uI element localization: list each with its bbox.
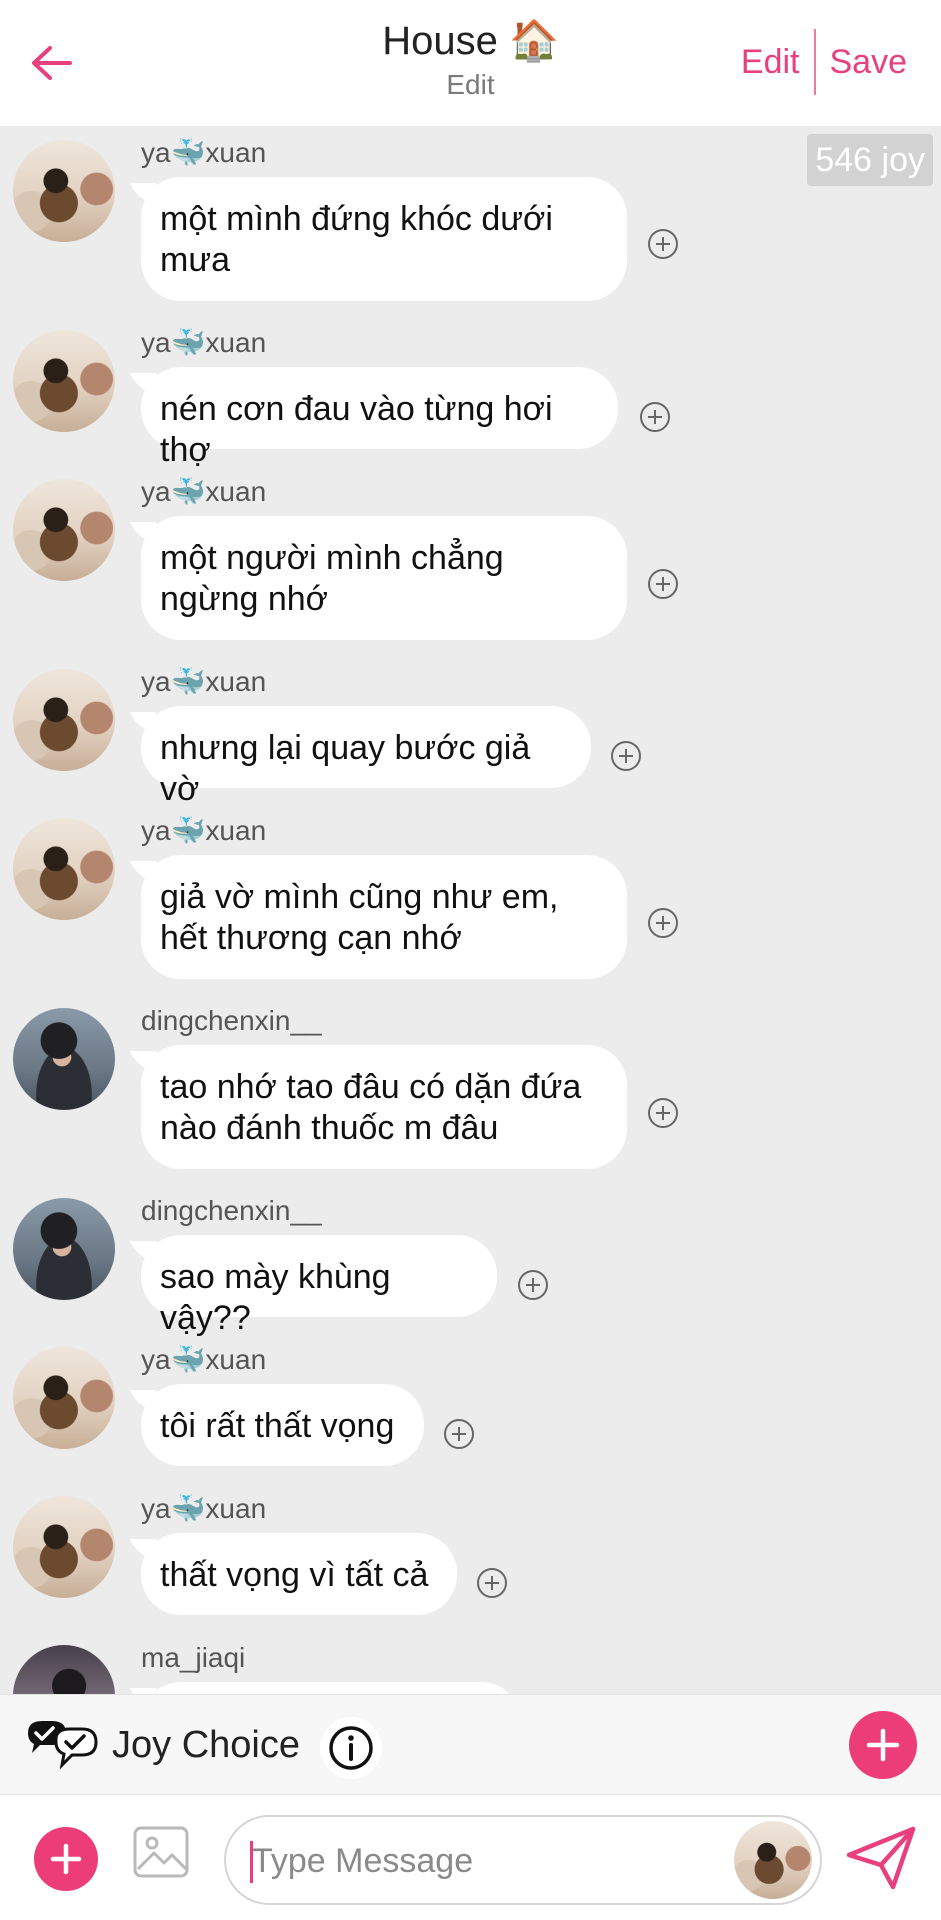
back-arrow-icon[interactable]: [24, 36, 78, 90]
add-reaction-icon[interactable]: [648, 1098, 678, 1128]
message-bubble[interactable]: một người mình chẳng ngừng nhớ: [141, 516, 627, 640]
message-username[interactable]: ma_jiaqi: [141, 1641, 245, 1675]
add-reaction-icon[interactable]: [648, 229, 678, 259]
message-input-container: [224, 1815, 822, 1905]
message-bubble[interactable]: tao nhớ tao đâu có dặn đứa nào đánh thuố…: [141, 1045, 627, 1169]
chat-message: dingchenxin__ sao mày khùng vậy??: [0, 1194, 941, 1337]
message-input-bar: [0, 1794, 941, 1920]
chat-message: ya🐳xuan nhưng lại quay bước giả vờ: [0, 665, 941, 808]
add-reaction-icon[interactable]: [648, 908, 678, 938]
avatar[interactable]: [13, 1008, 115, 1110]
avatar[interactable]: [13, 330, 115, 432]
avatar[interactable]: [13, 140, 115, 242]
attach-button[interactable]: [34, 1827, 98, 1891]
joy-choice-bar: Joy Choice: [0, 1694, 941, 1794]
add-reaction-icon[interactable]: [611, 741, 641, 771]
text-cursor: [250, 1841, 253, 1883]
info-icon[interactable]: [320, 1717, 382, 1779]
message-username[interactable]: ya🐳xuan: [141, 665, 266, 699]
message-bubble[interactable]: thất vọng vì tất cả: [141, 1533, 457, 1615]
image-icon[interactable]: [132, 1823, 190, 1881]
edit-button[interactable]: Edit: [727, 43, 814, 82]
message-username[interactable]: ya🐳xuan: [141, 136, 266, 170]
send-icon[interactable]: [845, 1825, 917, 1891]
avatar[interactable]: [13, 1347, 115, 1449]
add-reaction-icon[interactable]: [648, 569, 678, 599]
add-reaction-icon[interactable]: [444, 1419, 474, 1449]
avatar[interactable]: [13, 1496, 115, 1598]
add-joy-button[interactable]: [849, 1711, 917, 1779]
joy-choice-icon: [28, 1721, 98, 1770]
joy-choice-label[interactable]: Joy Choice: [112, 1723, 300, 1767]
message-username[interactable]: ya🐳xuan: [141, 1343, 266, 1377]
save-button[interactable]: Save: [816, 43, 922, 82]
avatar[interactable]: [13, 669, 115, 771]
message-input[interactable]: [250, 1833, 720, 1889]
chat-message: ya🐳xuan giả vờ mình cũng như em, hết thư…: [0, 814, 941, 984]
message-username[interactable]: dingchenxin__: [141, 1004, 322, 1038]
plus-icon: [50, 1843, 82, 1875]
avatar[interactable]: [13, 479, 115, 581]
chat-area[interactable]: 546 joy ya🐳xuan một mình đứng khóc dưới …: [0, 126, 941, 1694]
header-actions: Edit Save: [727, 28, 921, 96]
message-bubble[interactable]: sao mày khùng vậy??: [141, 1235, 497, 1337]
message-username[interactable]: ya🐳xuan: [141, 326, 266, 360]
chat-message: ya🐳xuan một người mình chẳng ngừng nhớ: [0, 475, 941, 645]
message-bubble[interactable]: giả vờ mình cũng như em, hết thương cạn …: [141, 855, 627, 979]
message-username[interactable]: ya🐳xuan: [141, 814, 266, 848]
chat-message: dingchenxin__ tao nhớ tao đâu có dặn đứa…: [0, 1004, 941, 1174]
app-header: House 🏠 Edit Edit Save: [0, 0, 941, 126]
message-bubble[interactable]: nhưng lại quay bước giả vờ: [141, 706, 591, 808]
message-bubble[interactable]: [141, 1682, 521, 1694]
chat-message: ma_jiaqi: [0, 1641, 941, 1694]
avatar[interactable]: [13, 818, 115, 920]
message-bubble[interactable]: tôi rất thất vọng: [141, 1384, 424, 1466]
chat-message: ya🐳xuan nén cơn đau vào từng hơi thợ: [0, 326, 941, 469]
header-divider: [813, 29, 816, 95]
message-username[interactable]: dingchenxin__: [141, 1194, 322, 1228]
message-bubble[interactable]: nén cơn đau vào từng hơi thợ: [141, 367, 618, 469]
avatar[interactable]: [13, 1198, 115, 1300]
character-avatar[interactable]: [734, 1821, 812, 1899]
add-reaction-icon[interactable]: [640, 402, 670, 432]
add-reaction-icon[interactable]: [518, 1270, 548, 1300]
chat-message: ya🐳xuan tôi rất thất vọng: [0, 1343, 941, 1466]
avatar[interactable]: [13, 1645, 115, 1694]
message-username[interactable]: ya🐳xuan: [141, 475, 266, 509]
message-username[interactable]: ya🐳xuan: [141, 1492, 266, 1526]
message-bubble[interactable]: một mình đứng khóc dưới mưa: [141, 177, 627, 301]
add-reaction-icon[interactable]: [477, 1568, 507, 1598]
plus-icon: [866, 1728, 900, 1762]
chat-message: ya🐳xuan một mình đứng khóc dưới mưa: [0, 136, 941, 306]
chat-message: ya🐳xuan thất vọng vì tất cả: [0, 1492, 941, 1615]
